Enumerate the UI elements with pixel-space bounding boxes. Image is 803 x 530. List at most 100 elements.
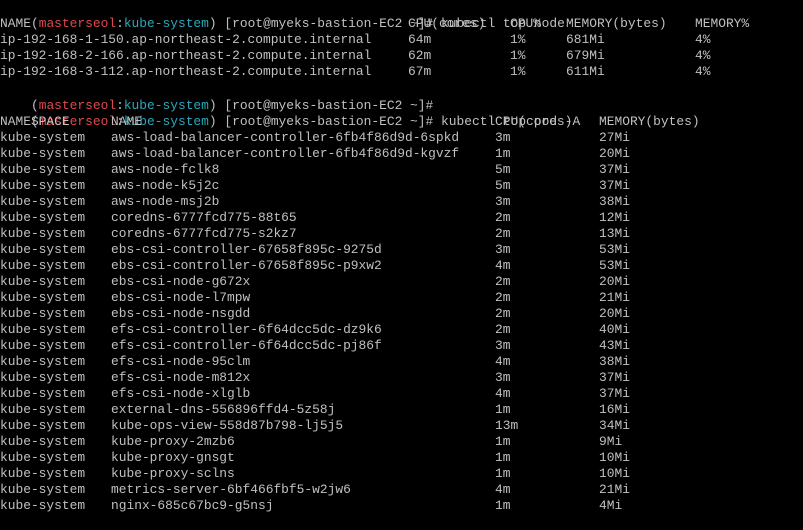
pod-table-row: kube-system ebs-csi-node-g672x 2m 20Mi [0, 274, 803, 290]
pod-name-cell: efs-csi-node-xlglb [111, 386, 251, 401]
pod-name-cell: aws-node-fclk8 [111, 162, 220, 177]
memory-bytes-cell: 21Mi [599, 482, 630, 497]
namespace-cell: kube-system [0, 178, 86, 193]
namespace-cell: kube-system [0, 354, 86, 369]
column-header-memory-percent: MEMORY% [695, 16, 750, 31]
pod-name-cell: kube-proxy-sclns [111, 466, 235, 481]
cpu-cores-cell: 1m [495, 434, 511, 449]
pod-table-row: kube-system aws-node-fclk8 5m 37Mi [0, 162, 803, 178]
namespace-cell: kube-system [0, 386, 86, 401]
memory-bytes-cell: 21Mi [599, 290, 630, 305]
pod-table-row: kube-system aws-load-balancer-controller-… [0, 130, 803, 146]
pod-name-cell: kube-ops-view-558d87b798-lj5j5 [111, 418, 344, 433]
memory-bytes-cell: 37Mi [599, 178, 630, 193]
cpu-cores-cell: 1m [495, 450, 511, 465]
pod-name-cell: ebs-csi-controller-67658f895c-p9xw2 [111, 258, 382, 273]
pod-table-row: kube-system nginx-685c67bc9-g5nsj 1m 4Mi [0, 498, 803, 514]
pod-name-cell: external-dns-556896ffd4-5z58j [111, 402, 336, 417]
memory-bytes-cell: 38Mi [599, 194, 630, 209]
pod-table-row: kube-system ebs-csi-node-l7mpw 2m 21Mi [0, 290, 803, 306]
pod-name-cell: ebs-csi-node-l7mpw [111, 290, 251, 305]
memory-bytes-cell: 4Mi [599, 498, 623, 513]
cpu-cores-cell: 2m [495, 226, 511, 241]
pod-name-cell: metrics-server-6bf466fbf5-w2jw6 [111, 482, 351, 497]
memory-percent-cell: 4% [695, 32, 711, 47]
pod-table-row: kube-system efs-csi-node-xlglb 4m 37Mi [0, 386, 803, 402]
pod-name-cell: efs-csi-node-m812x [111, 370, 251, 385]
cpu-cores-cell: 3m [495, 370, 511, 385]
pod-name-cell: efs-csi-controller-6f64dcc5dc-pj86f [111, 338, 382, 353]
pod-name-cell: nginx-685c67bc9-g5nsj [111, 498, 274, 513]
cpu-cores-cell: 64m [408, 32, 432, 47]
namespace-cell: kube-system [0, 498, 86, 513]
cpu-cores-cell: 5m [495, 162, 511, 177]
terminal-window[interactable]: (masterseol:kube-system) [root@myeks-bas… [0, 0, 803, 530]
memory-bytes-cell: 20Mi [599, 306, 630, 321]
node-table-header: NAME CPU(cores) CPU% MEMORY(bytes) MEMOR… [0, 16, 803, 32]
pod-name-cell: coredns-6777fcd775-s2kz7 [111, 226, 297, 241]
namespace-cell: kube-system [0, 130, 86, 145]
memory-percent-cell: 4% [695, 64, 711, 79]
memory-bytes-cell: 611Mi [566, 64, 605, 79]
pod-table-row: kube-system aws-load-balancer-controller-… [0, 146, 803, 162]
pod-table-row: kube-system aws-node-msj2b 3m 38Mi [0, 194, 803, 210]
pod-table-row: kube-system kube-proxy-2mzb6 1m 9Mi [0, 434, 803, 450]
column-header-memory-bytes: MEMORY(bytes) [566, 16, 667, 31]
pod-name-cell: ebs-csi-node-g672x [111, 274, 251, 289]
pod-name-cell: coredns-6777fcd775-88t65 [111, 210, 297, 225]
memory-bytes-cell: 9Mi [599, 434, 623, 449]
memory-bytes-cell: 37Mi [599, 370, 630, 385]
pod-name-cell: kube-proxy-gnsgt [111, 450, 235, 465]
pod-table-row: kube-system efs-csi-controller-6f64dcc5dc… [0, 322, 803, 338]
cpu-cores-cell: 5m [495, 178, 511, 193]
pod-name-cell: aws-load-balancer-controller-6fb4f86d9d-… [111, 130, 460, 145]
memory-bytes-cell: 20Mi [599, 274, 630, 289]
pod-table-row: kube-system kube-proxy-gnsgt 1m 10Mi [0, 450, 803, 466]
memory-bytes-cell: 34Mi [599, 418, 630, 433]
namespace-cell: kube-system [0, 338, 86, 353]
cpu-cores-cell: 2m [495, 306, 511, 321]
node-name-cell: ip-192-168-2-166.ap-northeast-2.compute.… [0, 48, 372, 63]
node-name-cell: ip-192-168-3-112.ap-northeast-2.compute.… [0, 64, 372, 79]
pod-table-row: kube-system ebs-csi-controller-67658f895c… [0, 258, 803, 274]
namespace-cell: kube-system [0, 194, 86, 209]
pod-table-row: kube-system kube-ops-view-558d87b798-lj5j… [0, 418, 803, 434]
column-header-cpu-cores: CPU(cores) [495, 114, 573, 129]
cpu-cores-cell: 62m [408, 48, 432, 63]
namespace-cell: kube-system [0, 418, 86, 433]
pod-name-cell: efs-csi-node-95clm [111, 354, 251, 369]
pod-table-row: kube-system kube-proxy-sclns 1m 10Mi [0, 466, 803, 482]
pod-name-cell: aws-node-k5j2c [111, 178, 220, 193]
cpu-percent-cell: 1% [510, 32, 526, 47]
cpu-cores-cell: 1m [495, 146, 511, 161]
column-header-name: NAME [111, 114, 142, 129]
namespace-cell: kube-system [0, 226, 86, 241]
namespace-cell: kube-system [0, 402, 86, 417]
cpu-cores-cell: 3m [495, 194, 511, 209]
pod-table-row: kube-system ebs-csi-controller-67658f895c… [0, 242, 803, 258]
pod-name-cell: aws-node-msj2b [111, 194, 220, 209]
cpu-cores-cell: 3m [495, 130, 511, 145]
prompt-line[interactable]: (masterseol:kube-system) [root@myeks-bas… [0, 514, 803, 530]
memory-bytes-cell: 679Mi [566, 48, 605, 63]
column-header-cpu-percent: CPU% [510, 16, 541, 31]
memory-bytes-cell: 13Mi [599, 226, 630, 241]
pod-table-row: kube-system metrics-server-6bf466fbf5-w2j… [0, 482, 803, 498]
pod-name-cell: ebs-csi-controller-67658f895c-9275d [111, 242, 382, 257]
pod-table-row: kube-system efs-csi-controller-6f64dcc5dc… [0, 338, 803, 354]
cpu-cores-cell: 4m [495, 354, 511, 369]
cpu-cores-cell: 4m [495, 482, 511, 497]
pod-name-cell: kube-proxy-2mzb6 [111, 434, 235, 449]
column-header-name: NAME [0, 16, 31, 31]
cpu-cores-cell: 13m [495, 418, 519, 433]
cpu-cores-cell: 4m [495, 386, 511, 401]
pod-table-row: kube-system external-dns-556896ffd4-5z58j… [0, 402, 803, 418]
memory-bytes-cell: 12Mi [599, 210, 630, 225]
pod-name-cell: aws-load-balancer-controller-6fb4f86d9d-… [111, 146, 460, 161]
memory-bytes-cell: 16Mi [599, 402, 630, 417]
pod-table-row: kube-system efs-csi-node-95clm 4m 38Mi [0, 354, 803, 370]
memory-bytes-cell: 10Mi [599, 450, 630, 465]
memory-bytes-cell: 43Mi [599, 338, 630, 353]
cpu-cores-cell: 2m [495, 210, 511, 225]
memory-bytes-cell: 38Mi [599, 354, 630, 369]
